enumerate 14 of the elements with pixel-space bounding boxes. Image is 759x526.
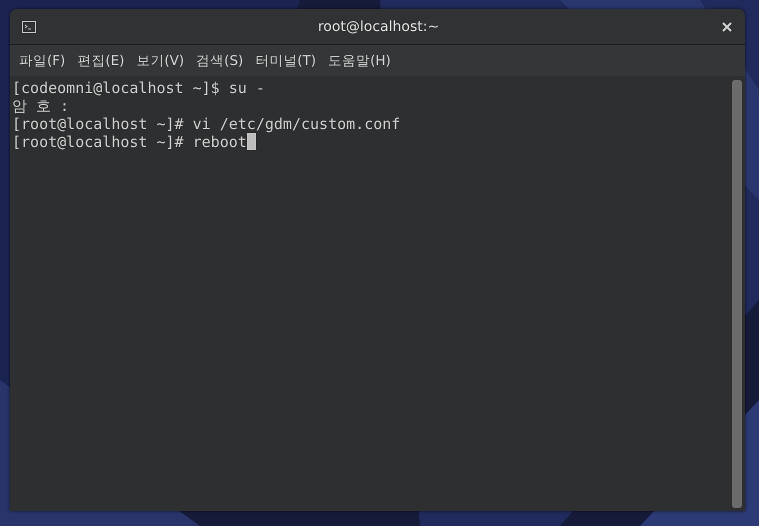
menu-item[interactable]: 도움말(H) xyxy=(323,50,396,72)
terminal-line: 암 호 : xyxy=(12,97,70,115)
menu-item[interactable]: 검색(S) xyxy=(191,50,248,72)
terminal-icon xyxy=(22,20,36,32)
terminal-line: [root@localhost ~]# vi /etc/gdm/custom.conf xyxy=(12,115,400,133)
scrollbar-thumb[interactable] xyxy=(732,80,742,508)
menu-item[interactable]: 터미널(T) xyxy=(250,50,322,72)
window-title: root@localhost:~ xyxy=(316,18,440,34)
menu-item[interactable]: 편집(E) xyxy=(72,50,130,72)
terminal-line: [root@localhost ~]# reboot xyxy=(12,133,247,151)
menu-item[interactable]: 보기(V) xyxy=(131,50,190,72)
menu-item[interactable]: 파일(F) xyxy=(14,50,70,72)
close-button[interactable] xyxy=(721,20,733,32)
terminal-line: [codeomni@localhost ~]$ su - xyxy=(12,79,265,97)
